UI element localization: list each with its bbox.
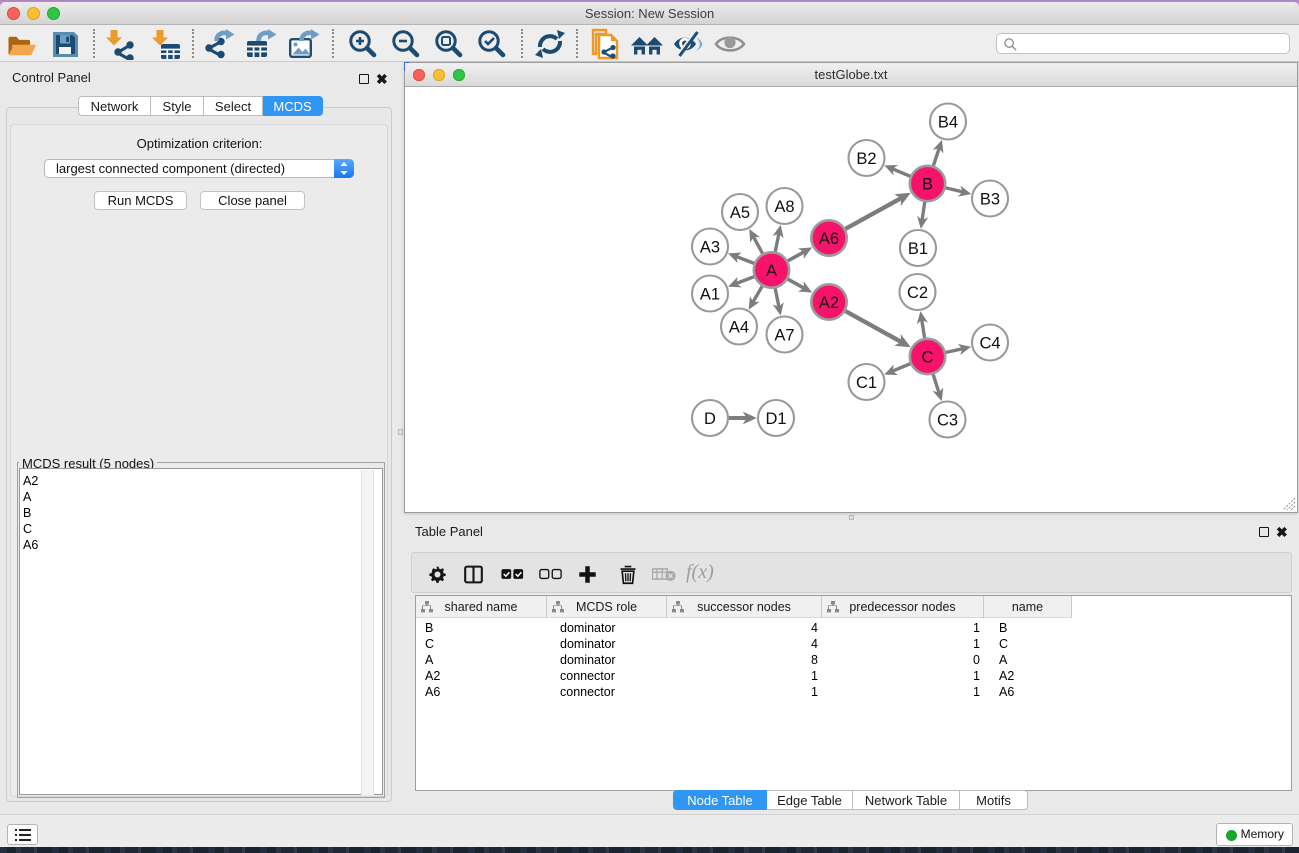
svg-text:C: C (922, 349, 934, 367)
svg-text:C3: C3 (937, 412, 958, 430)
svg-text:A4: A4 (729, 319, 749, 337)
svg-text:A2: A2 (819, 294, 839, 312)
svg-text:D1: D1 (765, 410, 786, 428)
svg-text:C1: C1 (856, 374, 877, 392)
svg-text:A1: A1 (700, 286, 720, 304)
svg-text:A8: A8 (774, 198, 794, 216)
svg-text:B4: B4 (938, 114, 958, 132)
svg-text:A3: A3 (700, 239, 720, 257)
svg-text:B2: B2 (856, 150, 876, 168)
svg-text:A5: A5 (730, 204, 750, 222)
svg-text:D: D (704, 410, 716, 428)
svg-text:A6: A6 (819, 230, 839, 248)
svg-text:B1: B1 (908, 240, 928, 258)
svg-text:B: B (922, 176, 933, 194)
svg-text:C4: C4 (979, 335, 1000, 353)
svg-text:A7: A7 (774, 327, 794, 345)
svg-text:B3: B3 (980, 191, 1000, 209)
svg-text:A: A (766, 262, 777, 280)
svg-text:C2: C2 (907, 284, 928, 302)
